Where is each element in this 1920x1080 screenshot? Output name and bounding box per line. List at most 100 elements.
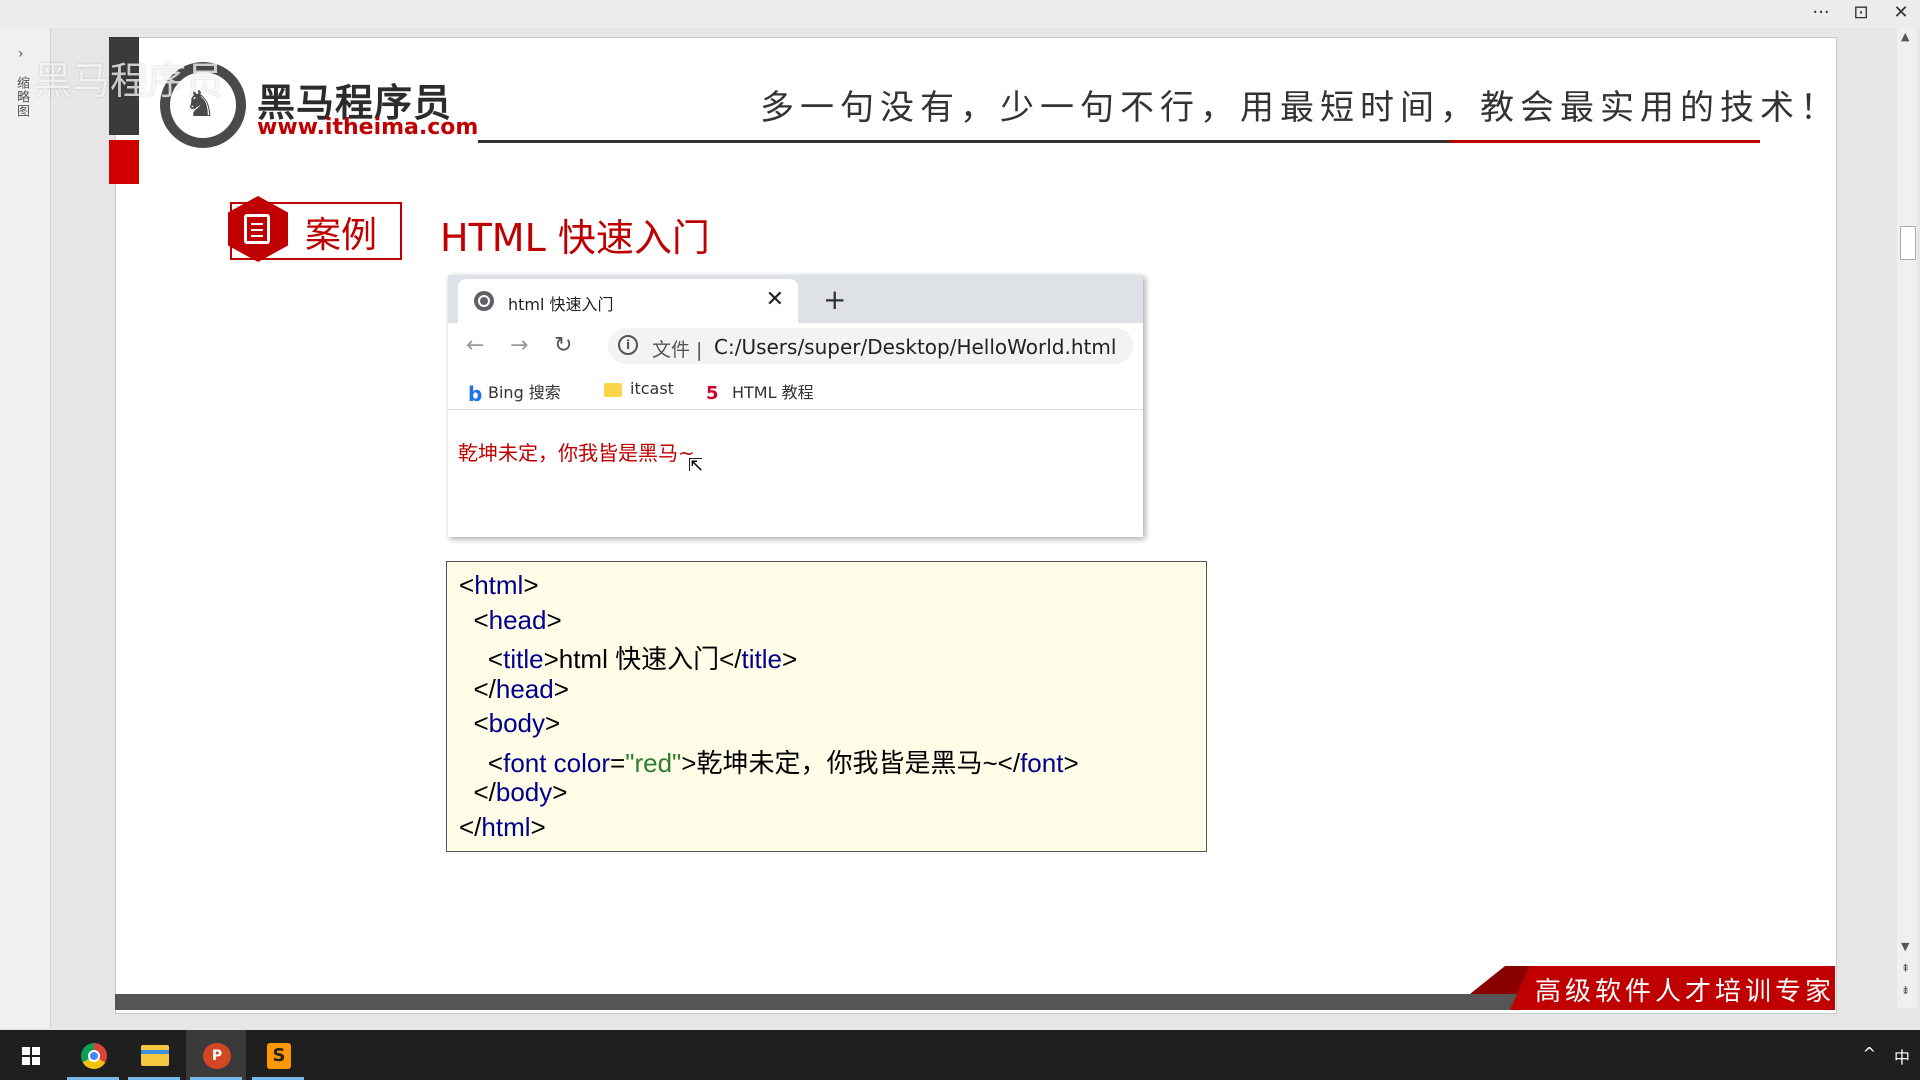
code-tag-name: head bbox=[495, 673, 554, 704]
code-text: = bbox=[610, 747, 626, 778]
code-tag-name: body bbox=[488, 708, 546, 738]
expand-pane-icon[interactable]: › bbox=[18, 46, 24, 62]
system-tray: ^ 中 bbox=[1863, 1044, 1910, 1068]
scroll-thumb[interactable] bbox=[1900, 226, 1916, 260]
code-text: > bbox=[1063, 747, 1079, 778]
start-button[interactable] bbox=[0, 1030, 60, 1080]
code-line: <html> bbox=[459, 570, 1194, 605]
reload-icon[interactable]: ↻ bbox=[554, 333, 572, 358]
slide-title: HTML 快速入门 bbox=[440, 216, 710, 260]
windows-icon bbox=[22, 1047, 40, 1065]
taskbar-explorer[interactable] bbox=[124, 1030, 184, 1080]
code-tag-name: title bbox=[741, 644, 782, 674]
taskbar-sublime[interactable]: S bbox=[248, 1030, 308, 1080]
code-text: > bbox=[781, 644, 798, 674]
code-string: "red" bbox=[625, 747, 682, 778]
info-icon[interactable]: i bbox=[618, 335, 638, 355]
thumbnail-label[interactable]: 缩略图 bbox=[12, 76, 31, 118]
scroll-up-icon[interactable]: ▲ bbox=[1901, 30, 1909, 43]
code-text: > bbox=[552, 777, 568, 807]
code-tag-name: body bbox=[495, 777, 553, 807]
code-line: <title>html 快速入门</title> bbox=[459, 639, 1194, 674]
restore-icon[interactable]: ⊡ bbox=[1850, 2, 1872, 24]
header-divider-accent bbox=[1450, 140, 1760, 143]
input-method-indicator[interactable]: 中 bbox=[1894, 1044, 1910, 1068]
html5-icon: 5 bbox=[706, 382, 719, 404]
address-bar[interactable]: i 文件 | C:/Users/super/Desktop/HelloWorld… bbox=[608, 328, 1133, 364]
sublime-text-icon: S bbox=[267, 1043, 291, 1069]
more-options-icon[interactable]: ··· bbox=[1810, 2, 1832, 24]
code-line: <head> bbox=[459, 605, 1194, 640]
page-content-text: 乾坤未定，你我皆是黑马~ bbox=[458, 441, 695, 465]
window-title-bar: ··· ⊡ ✕ bbox=[0, 0, 1920, 28]
globe-icon bbox=[474, 291, 494, 311]
code-tag-name: html bbox=[481, 811, 531, 842]
document-icon bbox=[244, 214, 270, 244]
bookmark-bing[interactable]: b Bing 搜索 bbox=[468, 379, 561, 406]
folder-icon bbox=[604, 382, 622, 397]
chrome-icon bbox=[81, 1043, 107, 1069]
code-text: < bbox=[473, 604, 489, 635]
browser-tab[interactable]: html 快速入门 ✕ bbox=[458, 279, 798, 323]
code-tag-name: font color bbox=[503, 747, 611, 778]
slide-accent-red-bar bbox=[109, 140, 139, 184]
next-slide-icon[interactable]: ⇟ bbox=[1901, 984, 1910, 997]
bookmark-label: HTML 教程 bbox=[732, 383, 814, 402]
footer-slogan: 高级软件人才培训专家 bbox=[1535, 977, 1836, 1007]
powerpoint-icon: P bbox=[203, 1043, 231, 1069]
code-text: < bbox=[487, 747, 504, 778]
bookmarks-bar: b Bing 搜索 itcast 5 HTML 教程 bbox=[448, 369, 1143, 410]
scroll-down-icon[interactable]: ▼ bbox=[1901, 940, 1909, 953]
code-text: < bbox=[459, 570, 475, 600]
code-line: </body> bbox=[459, 777, 1194, 812]
taskbar: P S ^ 中 bbox=[0, 1030, 1920, 1080]
taskbar-powerpoint[interactable]: P bbox=[186, 1030, 246, 1080]
code-text: < bbox=[487, 644, 504, 674]
code-text: >乾坤未定，你我皆是黑马~</ bbox=[681, 747, 1021, 778]
code-tag-name: title bbox=[503, 644, 544, 674]
code-text: </ bbox=[459, 811, 482, 842]
tray-expand-icon[interactable]: ^ bbox=[1863, 1044, 1876, 1068]
tab-strip: html 快速入门 ✕ + bbox=[448, 275, 1143, 323]
bookmark-itcast[interactable]: itcast bbox=[604, 379, 674, 398]
code-text: > bbox=[530, 811, 546, 842]
forward-icon[interactable]: → bbox=[510, 333, 528, 358]
back-icon[interactable]: ← bbox=[466, 333, 484, 358]
code-tag-name: font bbox=[1020, 747, 1064, 778]
bookmark-label: Bing 搜索 bbox=[488, 383, 561, 402]
code-text: > bbox=[553, 673, 569, 704]
bookmark-html-tutorial[interactable]: 5 HTML 教程 bbox=[706, 379, 814, 403]
vertical-scrollbar[interactable]: ▲ ▼ ⇞ ⇟ bbox=[1897, 28, 1917, 1008]
code-tag-name: html bbox=[474, 570, 524, 600]
bing-icon: b bbox=[468, 381, 483, 406]
window-controls: ··· ⊡ ✕ bbox=[1810, 2, 1912, 24]
browser-toolbar: ← → ↻ i 文件 | C:/Users/super/Desktop/Hell… bbox=[448, 323, 1143, 369]
taskbar-chrome[interactable] bbox=[63, 1030, 123, 1080]
slogan: 多一句没有，少一句不行，用最短时间，教会最实用的技术！ bbox=[760, 88, 1840, 128]
prev-slide-icon[interactable]: ⇞ bbox=[1901, 962, 1910, 975]
thumbnail-pane: › 缩略图 bbox=[0, 28, 51, 1028]
logo-url: www.itheima.com bbox=[257, 115, 479, 140]
mouse-cursor-icon: ⇱ bbox=[688, 455, 704, 476]
code-line: <body> bbox=[459, 708, 1194, 743]
url-text[interactable]: C:/Users/super/Desktop/HelloWorld.html bbox=[714, 335, 1116, 359]
bookmark-label: itcast bbox=[630, 379, 674, 398]
code-text: > bbox=[546, 604, 562, 635]
case-label: 案例 bbox=[305, 215, 378, 256]
code-text: < bbox=[473, 708, 489, 738]
code-text: </ bbox=[473, 777, 496, 807]
code-text: >html 快速入门</ bbox=[543, 644, 742, 674]
tab-close-icon[interactable]: ✕ bbox=[766, 287, 784, 312]
code-text: > bbox=[523, 570, 539, 600]
code-tag-name: head bbox=[488, 604, 547, 635]
code-text: </ bbox=[473, 673, 496, 704]
close-icon[interactable]: ✕ bbox=[1890, 2, 1912, 24]
new-tab-icon[interactable]: + bbox=[823, 283, 846, 316]
file-explorer-icon bbox=[141, 1045, 169, 1066]
